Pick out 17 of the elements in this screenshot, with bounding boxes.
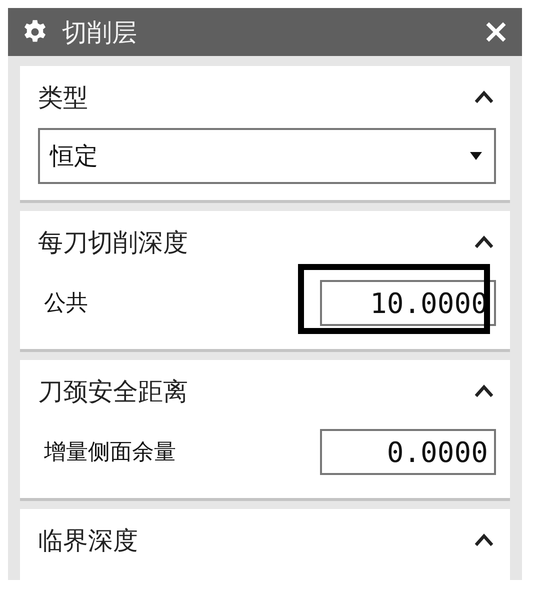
collapse-icon[interactable] [474,533,494,547]
section-title[interactable]: 每刀切削深度 [38,226,188,258]
field-label: 增量侧面余量 [44,439,176,467]
close-icon[interactable] [484,20,508,44]
input-field[interactable]: 0.0000 [320,429,496,475]
caret-icon [470,152,482,160]
section-title[interactable]: 类型 [38,80,88,114]
collapse-icon[interactable] [474,235,494,249]
dropdown[interactable]: 恒定 [38,128,496,184]
section-title[interactable]: 刀颈安全距离 [38,374,188,408]
window-title: 切削层 [62,16,138,48]
input-field[interactable]: 10.0000 [320,280,496,326]
settings-icon[interactable] [22,19,48,45]
field-label: 公共 [44,290,88,318]
collapse-icon[interactable] [474,384,494,398]
section-title[interactable]: 临界深度 [38,524,138,556]
collapse-icon[interactable] [474,90,494,104]
